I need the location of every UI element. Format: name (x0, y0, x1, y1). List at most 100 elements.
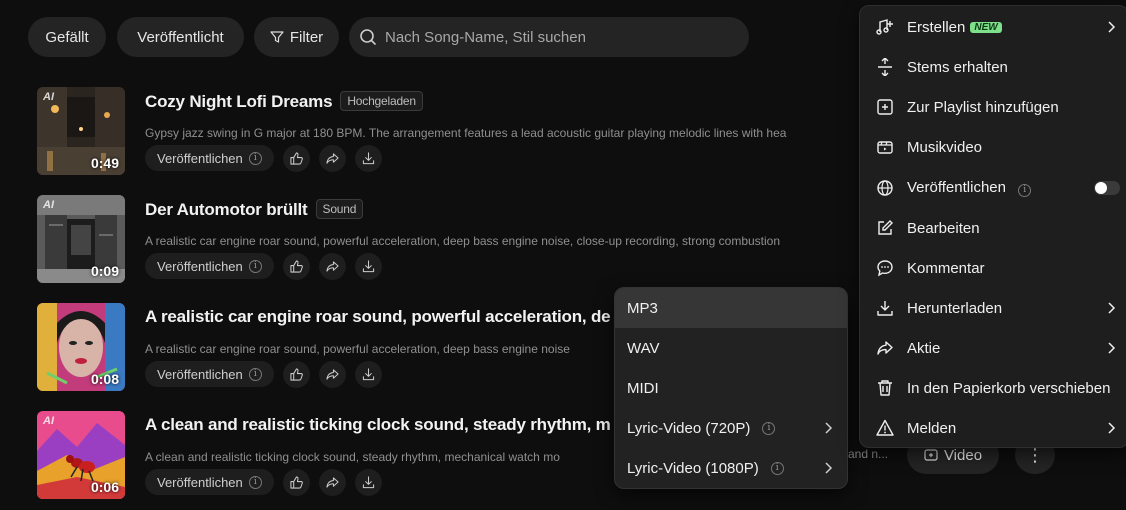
download-icon (362, 476, 374, 489)
song-thumbnail[interactable]: 0:08 (37, 303, 125, 391)
publish-button[interactable]: Veröffentlichen i (145, 361, 274, 387)
published-filter-button[interactable]: Veröffentlicht (117, 17, 244, 57)
song-thumbnail[interactable]: AI 0:06 (37, 411, 125, 499)
share-button[interactable] (318, 469, 346, 496)
video-add-icon (924, 449, 938, 461)
share-icon (326, 369, 339, 380)
trash-icon (878, 380, 892, 396)
new-badge: NEW (970, 21, 1002, 33)
menu-music-video[interactable]: Musikvideo (860, 129, 1126, 165)
like-button[interactable] (282, 253, 310, 280)
menu-download[interactable]: Herunterladen (860, 290, 1126, 326)
funnel-icon (270, 31, 284, 43)
video-label: Video (943, 446, 983, 464)
liked-filter-button[interactable]: Gefällt (28, 17, 106, 57)
download-lyric-video-1080[interactable]: Lyric-Video (1080P) i (615, 448, 847, 488)
download-lyric-720-label: Lyric-Video (720P) (627, 419, 751, 437)
download-wav[interactable]: WAV (615, 328, 847, 368)
song-title[interactable]: Der Automotor brüllt Sound (145, 199, 364, 220)
download-icon (362, 260, 374, 273)
published-filter-label: Veröffentlicht (137, 28, 224, 46)
song-description-tail: and n... (848, 447, 889, 461)
like-button[interactable] (282, 145, 310, 172)
share-icon (326, 153, 339, 164)
liked-filter-label: Gefällt (45, 28, 89, 46)
publish-label: Veröffentlichen (157, 474, 243, 490)
menu-trash[interactable]: In den Papierkorb verschieben (860, 370, 1126, 406)
song-tag: Hochgeladen (340, 91, 423, 111)
song-context-menu: Erstellen NEW Stems erhalten Zur Playlist… (859, 5, 1126, 448)
menu-report[interactable]: Melden (860, 410, 1126, 446)
duration-label: 0:08 (90, 371, 119, 387)
publish-button[interactable]: Veröffentlichen i (145, 145, 274, 171)
menu-edit[interactable]: Bearbeiten (860, 210, 1126, 246)
menu-add-playlist-label: Zur Playlist hinzufügen (907, 98, 1059, 116)
filter-label: Filter (289, 28, 324, 46)
download-button[interactable] (354, 361, 382, 388)
info-icon: i (248, 151, 262, 165)
create-music-icon (876, 19, 893, 35)
download-midi[interactable]: MIDI (615, 368, 847, 408)
song-description: Gypsy jazz swing in G major at 180 BPM. … (145, 126, 787, 140)
search-input[interactable] (385, 28, 725, 46)
menu-add-playlist[interactable]: Zur Playlist hinzufügen (860, 89, 1126, 125)
download-icon (362, 152, 374, 165)
song-thumbnail[interactable]: AI 0:09 (37, 195, 125, 283)
comment-icon (877, 260, 893, 277)
download-wav-label: WAV (627, 339, 660, 357)
share-button[interactable] (318, 145, 346, 172)
stems-icon (878, 58, 892, 76)
menu-edit-label: Bearbeiten (907, 219, 980, 237)
menu-trash-label: In den Papierkorb verschieben (907, 379, 1111, 397)
download-lyric-1080-label: Lyric-Video (1080P) (627, 459, 759, 477)
publish-button[interactable]: Veröffentlichen i (145, 469, 274, 495)
chevron-right-icon (1108, 302, 1116, 314)
like-button[interactable] (282, 361, 310, 388)
menu-comment[interactable]: Kommentar (860, 250, 1126, 286)
publish-toggle[interactable] (1094, 181, 1120, 195)
playlist-add-icon (877, 99, 893, 115)
thumbs-up-icon (290, 152, 303, 165)
song-title-text: Cozy Night Lofi Dreams (145, 92, 333, 111)
menu-publish[interactable]: Veröffentlichen i (860, 170, 1126, 206)
info-icon: i (762, 421, 776, 435)
song-thumbnail[interactable]: AI 0:49 (37, 87, 125, 175)
download-mp3[interactable]: MP3 (615, 288, 847, 328)
download-icon (877, 301, 893, 316)
info-icon: i (1018, 183, 1032, 197)
filter-button[interactable]: Filter (254, 17, 339, 57)
download-button[interactable] (354, 145, 382, 172)
search-bar[interactable] (349, 17, 749, 57)
menu-comment-label: Kommentar (907, 259, 985, 277)
chevron-right-icon (825, 462, 833, 474)
menu-download-label: Herunterladen (907, 299, 1003, 317)
download-submenu: MP3 WAV MIDI Lyric-Video (720P) i Lyric-… (614, 287, 848, 489)
download-button[interactable] (354, 469, 382, 496)
info-icon: i (248, 259, 262, 273)
share-button[interactable] (318, 253, 346, 280)
download-midi-label: MIDI (627, 379, 659, 397)
edit-icon (878, 220, 893, 235)
download-lyric-video-720[interactable]: Lyric-Video (720P) i (615, 408, 847, 448)
download-button[interactable] (354, 253, 382, 280)
song-description: A realistic car engine roar sound, power… (145, 234, 781, 248)
menu-share[interactable]: Aktie (860, 330, 1126, 366)
info-icon: i (248, 475, 262, 489)
song-title[interactable]: A realistic car engine roar sound, power… (145, 307, 611, 327)
share-icon (326, 477, 339, 488)
publish-button[interactable]: Veröffentlichen i (145, 253, 274, 279)
share-icon (877, 341, 893, 355)
menu-stems[interactable]: Stems erhalten (860, 49, 1126, 85)
song-tag: Sound (315, 199, 364, 219)
song-title[interactable]: A clean and realistic ticking clock soun… (145, 415, 611, 435)
menu-create[interactable]: Erstellen NEW (860, 9, 1126, 45)
chevron-right-icon (1108, 342, 1116, 354)
chevron-right-icon (1108, 21, 1116, 33)
song-title-text: A realistic car engine roar sound, power… (145, 307, 611, 326)
globe-icon (877, 180, 893, 196)
like-button[interactable] (282, 469, 310, 496)
ai-label: AI (43, 91, 54, 103)
song-title[interactable]: Cozy Night Lofi Dreams Hochgeladen (145, 91, 423, 112)
chevron-right-icon (825, 422, 833, 434)
share-button[interactable] (318, 361, 346, 388)
